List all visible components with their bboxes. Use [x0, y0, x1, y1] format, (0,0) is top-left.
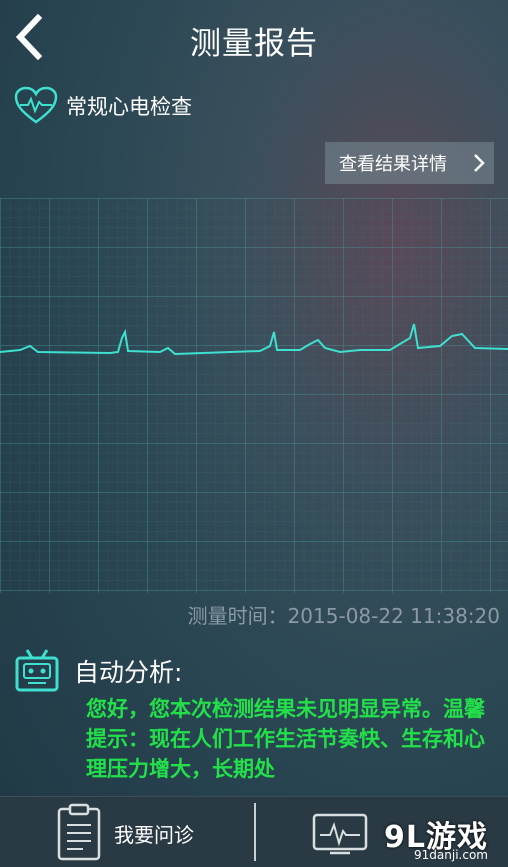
- auto-analysis-header: 自动分析:: [14, 648, 182, 694]
- auto-analysis-title: 自动分析:: [74, 658, 183, 687]
- ecg-grid: [0, 198, 508, 593]
- page-title: 测量报告: [190, 26, 318, 62]
- exam-type-label: 常规心电检查: [66, 95, 192, 119]
- watermark: 9L游戏 91danji.com: [352, 812, 502, 864]
- measurement-time-label: 测量时间：: [187, 604, 288, 628]
- view-details-label: 查看结果详情: [339, 154, 447, 175]
- ecg-waveform-chart: [0, 198, 508, 593]
- measurement-time-value: 2015-08-22 11:38:20: [287, 604, 500, 628]
- watermark-url: 91danji.com: [414, 848, 488, 862]
- consult-label: 我要问诊: [114, 823, 194, 847]
- exam-type: 常规心电检查: [14, 86, 192, 126]
- clipboard-icon: [57, 803, 101, 861]
- auto-analysis-text: 您好，您本次检测结果未见明显异常。温馨提示：现在人们工作生活节奏快、生存和心理压…: [86, 697, 485, 781]
- robot-icon: [15, 649, 59, 692]
- header-bar: 测量报告: [0, 0, 508, 80]
- chevron-right-icon: [474, 154, 485, 172]
- consult-button[interactable]: 我要问诊: [0, 797, 254, 867]
- view-details-button[interactable]: 查看结果详情: [325, 142, 494, 184]
- heart-pulse-icon: [14, 86, 58, 124]
- measurement-time: 测量时间：2015-08-22 11:38:20: [188, 600, 500, 629]
